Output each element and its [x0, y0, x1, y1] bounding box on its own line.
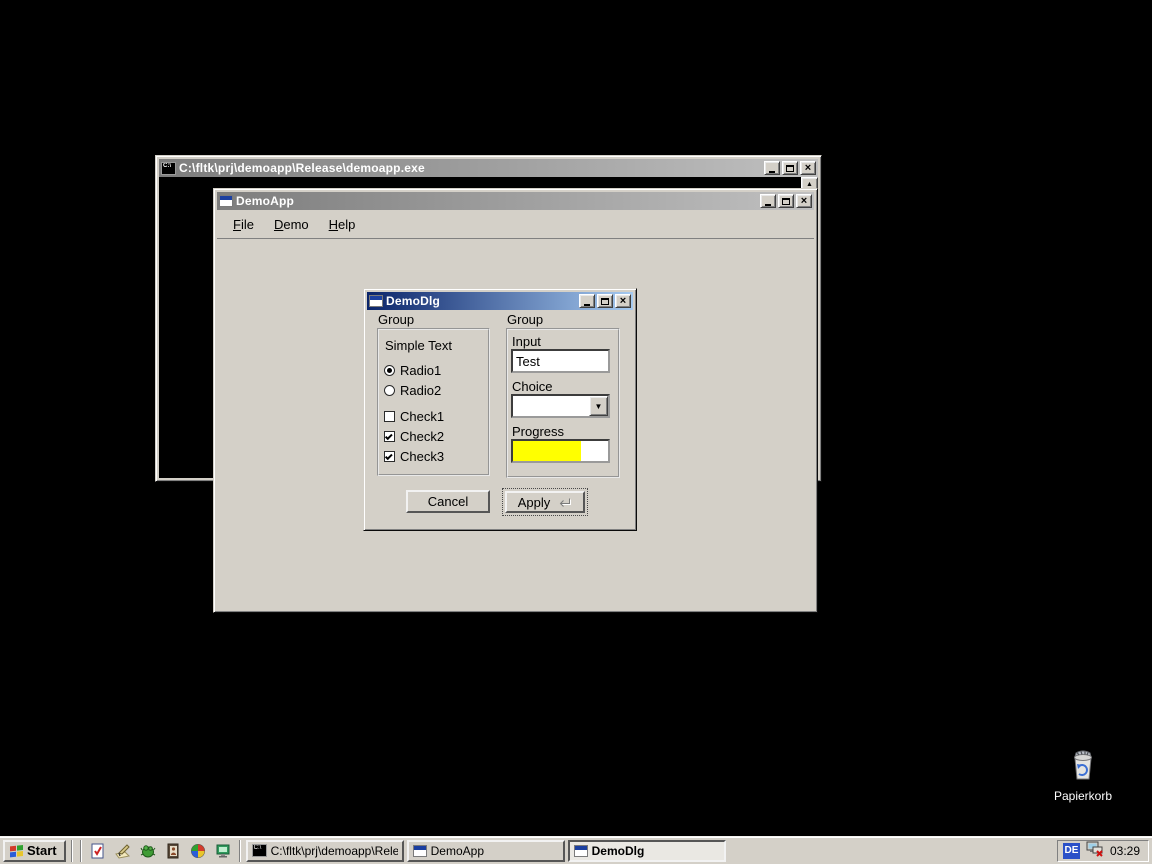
- palette-icon[interactable]: [187, 840, 209, 862]
- input-label: Input: [512, 334, 541, 349]
- recycle-bin-label: Papierkorb: [1046, 789, 1120, 803]
- taskbar: Start: [0, 836, 1152, 864]
- start-button[interactable]: Start: [3, 840, 66, 862]
- minimize-button[interactable]: [764, 161, 780, 175]
- clock: 03:29: [1110, 844, 1140, 858]
- network-error-icon[interactable]: [1086, 841, 1104, 860]
- check1-option[interactable]: Check1: [384, 410, 444, 423]
- checkbox-icon[interactable]: [384, 411, 395, 422]
- checkbox-icon[interactable]: [384, 451, 395, 462]
- demoapp-titlebar[interactable]: DemoApp ×: [217, 192, 814, 210]
- demodlg-titlebar[interactable]: DemoDlg ×: [367, 292, 633, 310]
- left-group-label: Group: [378, 313, 414, 327]
- check3-option[interactable]: Check3: [384, 450, 444, 463]
- menu-demo[interactable]: Demo: [264, 214, 319, 235]
- window-icon: [369, 295, 383, 307]
- radio-icon[interactable]: [384, 365, 395, 376]
- task-button-demoapp[interactable]: DemoApp: [407, 840, 565, 862]
- radio-icon[interactable]: [384, 385, 395, 396]
- console-icon: C:\: [252, 844, 267, 857]
- maximize-button[interactable]: [782, 161, 798, 175]
- choice-dropdown[interactable]: ▼: [511, 394, 610, 418]
- choice-value: [513, 396, 516, 411]
- checkbox-icon[interactable]: [384, 431, 395, 442]
- radio1-label: Radio1: [400, 363, 441, 378]
- console-titlebar[interactable]: C:\ C:\fltk\prj\demoapp\Release\demoapp.…: [159, 159, 818, 177]
- console-icon: C:\: [161, 162, 176, 175]
- windows-logo-icon: [9, 844, 24, 858]
- minimize-button[interactable]: [760, 194, 776, 208]
- cancel-button[interactable]: Cancel: [406, 490, 490, 513]
- bug-icon[interactable]: [137, 840, 159, 862]
- menu-file[interactable]: File: [223, 214, 264, 235]
- progress-label: Progress: [512, 424, 564, 439]
- window-icon: [219, 195, 233, 207]
- choice-label: Choice: [512, 379, 552, 394]
- check3-label: Check3: [400, 449, 444, 464]
- radio1-option[interactable]: Radio1: [384, 364, 441, 377]
- minimize-button[interactable]: [579, 294, 595, 308]
- right-group-label: Group: [507, 313, 543, 327]
- close-button[interactable]: ×: [615, 294, 631, 308]
- notes-shortcut-icon[interactable]: [87, 840, 109, 862]
- network-monitor-icon[interactable]: [212, 840, 234, 862]
- demodlg-client-area: Group Simple Text Radio1 Radio2 Check1 C…: [367, 310, 633, 527]
- check1-label: Check1: [400, 409, 444, 424]
- window-icon: [413, 845, 427, 857]
- address-book-icon[interactable]: [162, 840, 184, 862]
- progress-bar: [511, 439, 610, 463]
- recycle-bin-icon: [1067, 748, 1099, 787]
- keyboard-layout-indicator[interactable]: DE: [1063, 843, 1080, 859]
- close-button[interactable]: ×: [796, 194, 812, 208]
- recycle-bin-desktop-icon[interactable]: Papierkorb: [1046, 748, 1120, 803]
- text-input[interactable]: [511, 349, 610, 373]
- system-tray: DE 03:29: [1057, 840, 1149, 862]
- check2-label: Check2: [400, 429, 444, 444]
- task-button-demodlg[interactable]: DemoDlg: [568, 840, 726, 862]
- taskbar-divider: [239, 840, 241, 862]
- menu-help[interactable]: Help: [319, 214, 366, 235]
- menu-bar: File Demo Help: [217, 210, 814, 239]
- demoapp-title: DemoApp: [236, 194, 757, 208]
- task-button-console[interactable]: C:\ C:\fltk\prj\demoapp\Rele...: [246, 840, 404, 862]
- console-title: C:\fltk\prj\demoapp\Release\demoapp.exe: [179, 161, 761, 175]
- taskbar-divider: [80, 840, 82, 862]
- maximize-button[interactable]: [597, 294, 613, 308]
- apply-button[interactable]: Apply: [505, 491, 585, 513]
- signature-pen-icon[interactable]: [112, 840, 134, 862]
- demodlg-dialog: DemoDlg × Group Simple Text Radio1 Radio…: [363, 288, 637, 531]
- close-button[interactable]: ×: [800, 161, 816, 175]
- return-key-icon: [557, 497, 572, 508]
- taskbar-divider: [71, 840, 73, 862]
- radio2-option[interactable]: Radio2: [384, 384, 441, 397]
- progress-fill: [513, 441, 581, 461]
- simple-text-label: Simple Text: [385, 338, 452, 353]
- radio2-label: Radio2: [400, 383, 441, 398]
- maximize-button[interactable]: [778, 194, 794, 208]
- chevron-down-icon[interactable]: ▼: [589, 396, 608, 416]
- window-icon: [574, 845, 588, 857]
- demodlg-title: DemoDlg: [386, 294, 576, 308]
- check2-option[interactable]: Check2: [384, 430, 444, 443]
